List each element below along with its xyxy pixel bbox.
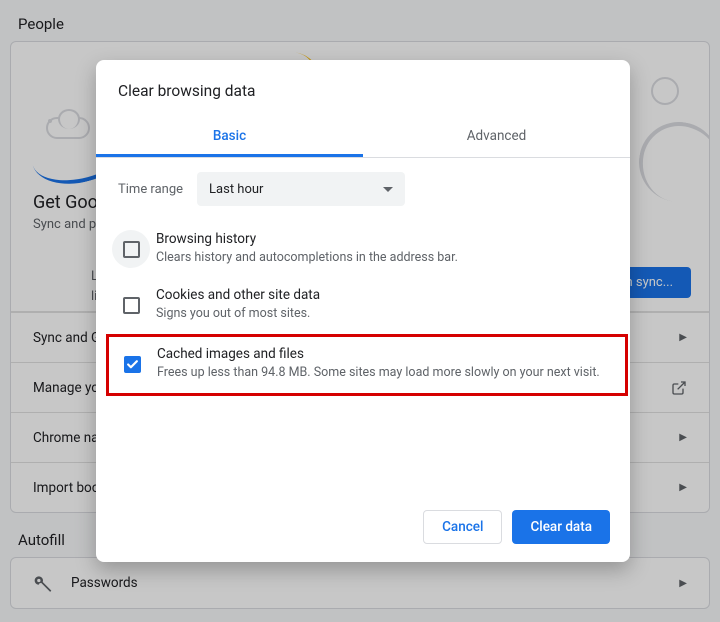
item-cookies[interactable]: Cookies and other site data Signs you ou… bbox=[108, 278, 626, 334]
item-desc: Signs you out of most sites. bbox=[156, 305, 612, 323]
dialog-tabs: Basic Advanced bbox=[96, 116, 630, 158]
item-cached-files-highlighted[interactable]: Cached images and files Frees up less th… bbox=[106, 334, 628, 396]
time-range-select[interactable]: Last hour bbox=[197, 172, 405, 206]
checkbox-wrap bbox=[113, 345, 151, 383]
time-range-value: Last hour bbox=[209, 182, 263, 197]
item-title: Cookies and other site data bbox=[156, 287, 612, 303]
checkbox-wrap bbox=[112, 230, 150, 268]
dialog-footer: Cancel Clear data bbox=[96, 496, 630, 562]
item-desc: Frees up less than 94.8 MB. Some sites m… bbox=[157, 364, 613, 382]
item-desc: Clears history and autocompletions in th… bbox=[156, 249, 612, 267]
clear-data-button[interactable]: Clear data bbox=[512, 510, 610, 544]
checkbox-checked[interactable] bbox=[124, 356, 141, 373]
tab-basic[interactable]: Basic bbox=[96, 116, 363, 157]
clear-browsing-data-dialog: Clear browsing data Basic Advanced Time … bbox=[96, 60, 630, 562]
checkbox-wrap bbox=[112, 286, 150, 324]
dialog-title: Clear browsing data bbox=[96, 60, 630, 116]
tab-advanced[interactable]: Advanced bbox=[363, 116, 630, 157]
clear-items-list: Browsing history Clears history and auto… bbox=[96, 212, 630, 496]
checkbox-unchecked[interactable] bbox=[123, 241, 140, 258]
item-title: Cached images and files bbox=[157, 346, 613, 362]
item-title: Browsing history bbox=[156, 231, 612, 247]
item-browsing-history[interactable]: Browsing history Clears history and auto… bbox=[108, 222, 626, 278]
time-range-label: Time range bbox=[118, 182, 183, 197]
time-range-row: Time range Last hour bbox=[96, 158, 630, 212]
cancel-button[interactable]: Cancel bbox=[423, 510, 502, 544]
checkbox-unchecked[interactable] bbox=[123, 297, 140, 314]
dropdown-icon bbox=[383, 187, 393, 192]
